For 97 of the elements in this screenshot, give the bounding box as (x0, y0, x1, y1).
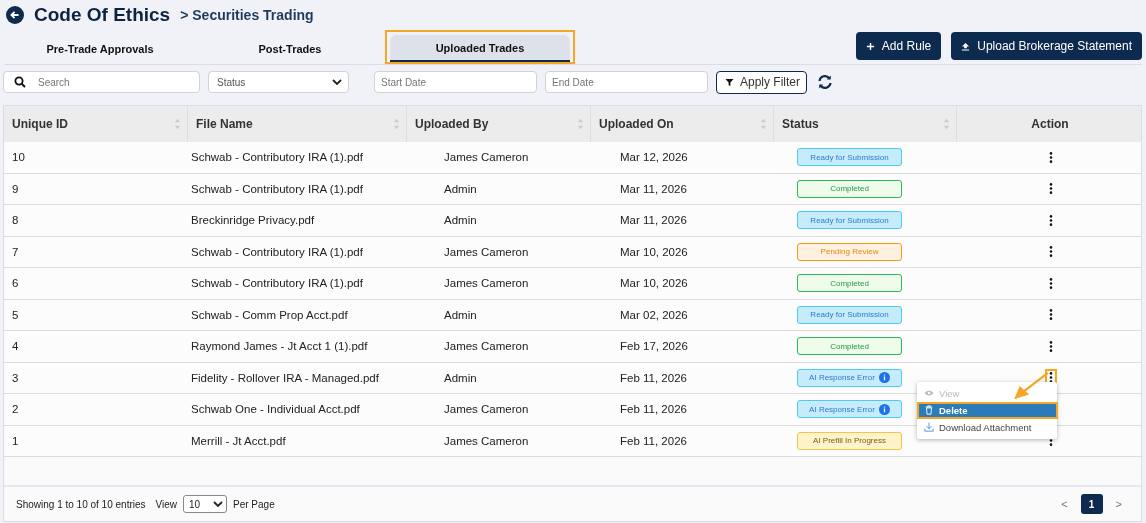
table-cell: James Cameron (444, 245, 529, 258)
start-date-field[interactable]: Start Date (374, 71, 537, 93)
table-cell: Mar 12, 2026 (620, 151, 688, 164)
menu-item[interactable]: Delete (917, 401, 1058, 419)
table-cell: James Cameron (444, 340, 529, 353)
table-cell: Schwab - Contributory IRA (1).pdf (191, 151, 363, 164)
upload-icon[interactable] (961, 41, 971, 51)
table-cell: James Cameron (444, 434, 529, 447)
table-cell: Mar 10, 2026 (620, 277, 688, 290)
table-cell: James Cameron (444, 151, 529, 164)
table-cell: 8 (12, 214, 19, 227)
table-cell: Breckinridge Privacy.pdf (191, 214, 315, 227)
table-cell: Mar 10, 2026 (620, 245, 688, 258)
status-badge: Completed (797, 337, 902, 356)
table-cell: Schwab - Contributory IRA (1).pdf (191, 182, 363, 195)
table-cell: James Cameron (444, 277, 529, 290)
table-cell: 6 (12, 277, 19, 290)
column-header[interactable]: Action (957, 106, 1141, 142)
table-cell: 5 (12, 308, 19, 321)
add-rule-button[interactable]: Add Rule (855, 32, 942, 60)
chevron-down-icon[interactable] (213, 501, 224, 507)
more-icon[interactable] (1049, 214, 1053, 226)
table-cell: 7 (12, 245, 19, 258)
view-label: View (155, 498, 178, 510)
table-cell: 2 (12, 403, 19, 416)
back-icon[interactable] (6, 6, 24, 24)
upload-button[interactable]: Upload Brokerage Statement (951, 32, 1142, 60)
end-date-field[interactable]: End Date (545, 71, 708, 93)
per-page-label: Per Page (233, 498, 275, 510)
more-icon[interactable] (1049, 183, 1053, 195)
table-cell: Feb 11, 2026 (620, 434, 687, 447)
status-dropdown[interactable]: Status (208, 71, 349, 93)
table-cell: Feb 17, 2026 (620, 340, 688, 353)
table-cell: 9 (12, 182, 19, 195)
table-cell: Admin (444, 214, 477, 227)
table-cell: Admin (444, 308, 477, 321)
table-cell: Admin (444, 182, 477, 195)
plus-icon[interactable] (865, 41, 875, 51)
table-cell: Mar 02, 2026 (620, 308, 688, 321)
table-cell: Schwab One - Individual Acct.pdf (191, 403, 360, 416)
menu-item-label: Delete (939, 404, 968, 416)
table-cell: Feb 11, 2026 (620, 371, 687, 384)
table-cell: Raymond James - Jt Acct 1 (1).pdf (191, 340, 368, 353)
per-page-dropdown[interactable]: 10 (183, 495, 228, 513)
annotation-arrow (1012, 370, 1050, 401)
apply-filter-button[interactable]: Apply Filter (716, 70, 808, 94)
table-cell: Schwab - Contributory IRA (1).pdf (191, 277, 363, 290)
menu-item-label: View (939, 387, 960, 399)
info-icon[interactable] (878, 372, 890, 384)
more-icon[interactable] (1049, 340, 1053, 352)
table-cell: Fidelity - Rollover IRA - Managed.pdf (191, 371, 379, 384)
more-icon[interactable] (1049, 151, 1053, 163)
more-icon[interactable] (1049, 277, 1053, 289)
status-badge: AI Response Error (797, 400, 902, 419)
menu-item[interactable]: Download Attachment (917, 418, 1057, 436)
entries-summary: Showing 1 to 10 of 10 entries (16, 498, 146, 510)
status-badge: Ready for Submission (797, 148, 902, 167)
filter-icon[interactable] (725, 77, 734, 87)
refresh-icon[interactable] (817, 74, 834, 90)
search-icon (14, 76, 26, 88)
more-icon[interactable] (1049, 372, 1053, 384)
status-badge: AI Response Error (797, 368, 902, 387)
table-cell: Schwab - Comm Prop Acct.pdf (191, 308, 348, 321)
download-icon (924, 422, 934, 432)
more-icon[interactable] (1049, 309, 1053, 321)
table-cell: Feb 11, 2026 (620, 403, 687, 416)
tab[interactable]: Pre-Trade Approvals (10, 35, 190, 62)
trash-icon (924, 405, 934, 415)
page-button[interactable]: 1 (1080, 494, 1103, 514)
table-cell: 1 (12, 434, 19, 447)
breadcrumb: > Securities Trading (180, 7, 314, 23)
table-cell: 10 (12, 151, 25, 164)
table-cell: Mar 11, 2026 (620, 214, 687, 227)
status-badge: Completed (797, 274, 902, 293)
menu-item-label: Download Attachment (939, 421, 1032, 433)
table-cell: 4 (12, 340, 19, 353)
page-title: Code Of Ethics (34, 4, 171, 26)
table-cell: James Cameron (444, 403, 529, 416)
info-icon[interactable] (878, 403, 890, 415)
status-badge: Completed (797, 179, 902, 198)
status-badge: Pending Review (797, 242, 902, 261)
table-cell: Mar 11, 2026 (620, 182, 687, 195)
table-cell: Admin (444, 371, 477, 384)
next-page-button[interactable]: > (1112, 498, 1125, 510)
more-icon[interactable] (1049, 246, 1053, 258)
eye-icon (924, 388, 934, 398)
tab[interactable]: Uploaded Trades (390, 35, 570, 62)
table-cell: Schwab - Contributory IRA (1).pdf (191, 245, 363, 258)
table-cell: Merrill - Jt Acct.pdf (191, 434, 286, 447)
table-cell: 3 (12, 371, 19, 384)
tab[interactable]: Post-Trades (200, 35, 380, 62)
status-badge: Ready for Submission (797, 305, 902, 324)
previous-page-button[interactable]: < (1058, 498, 1071, 510)
status-badge: Ready for Submission (797, 211, 902, 230)
status-badge: AI Prefill In Progress (797, 431, 902, 450)
search-field[interactable]: Search (3, 71, 200, 93)
chevron-down-icon[interactable] (332, 79, 342, 85)
